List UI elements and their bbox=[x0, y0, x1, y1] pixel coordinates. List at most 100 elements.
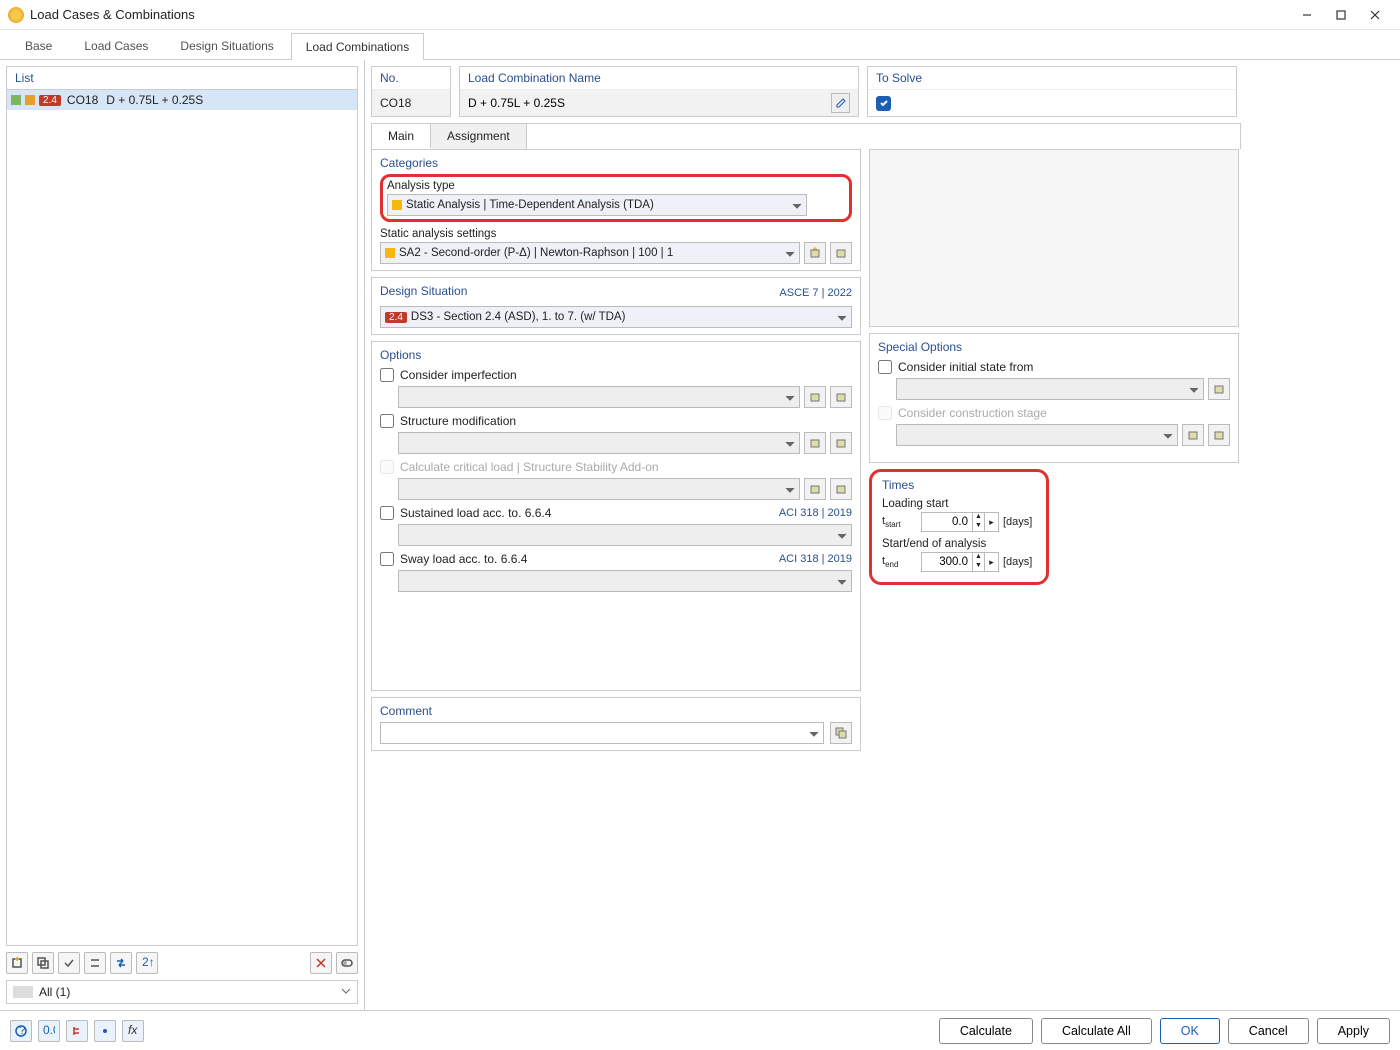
tab-load-cases[interactable]: Load Cases bbox=[69, 32, 163, 59]
construction-stage-label: Consider construction stage bbox=[898, 406, 1047, 420]
name-label: Load Combination Name bbox=[460, 67, 858, 90]
structure-mod-combo[interactable] bbox=[398, 432, 800, 454]
library-button[interactable] bbox=[830, 478, 852, 500]
tab-base[interactable]: Base bbox=[10, 32, 67, 59]
status-square-icon bbox=[11, 95, 21, 105]
tab-load-combinations[interactable]: Load Combinations bbox=[291, 33, 424, 60]
spin-up-button[interactable]: ▲ bbox=[972, 513, 984, 522]
consider-imperfection-checkbox[interactable] bbox=[380, 368, 394, 382]
dialog-footer: ? 0.00 fx Calculate Calculate All OK Can… bbox=[0, 1010, 1400, 1050]
help-button[interactable]: ? bbox=[10, 1020, 32, 1042]
calc-critical-label: Calculate critical load | Structure Stab… bbox=[400, 460, 659, 474]
new-button[interactable] bbox=[804, 478, 826, 500]
library-button[interactable] bbox=[1208, 424, 1230, 446]
tend-input[interactable]: ▲▼ ▸ bbox=[921, 552, 999, 572]
swap-button[interactable] bbox=[110, 952, 132, 974]
goto-button[interactable]: ▸ bbox=[984, 553, 998, 571]
no-value: CO18 bbox=[380, 96, 411, 110]
sustained-checkbox[interactable] bbox=[380, 506, 394, 520]
calculate-button[interactable]: Calculate bbox=[939, 1018, 1033, 1044]
tstart-value[interactable] bbox=[922, 516, 972, 528]
initial-state-combo[interactable] bbox=[896, 378, 1204, 400]
minimize-button[interactable] bbox=[1290, 3, 1324, 27]
chevron-down-icon bbox=[1163, 430, 1173, 444]
analysis-type-highlight: Analysis type Static Analysis | Time-Dep… bbox=[380, 174, 852, 222]
sustained-combo[interactable] bbox=[398, 524, 852, 546]
sway-combo[interactable] bbox=[398, 570, 852, 592]
list-toolbar: 2↑ bbox=[6, 952, 358, 974]
toolbar-button[interactable] bbox=[84, 952, 106, 974]
ok-button[interactable]: OK bbox=[1160, 1018, 1220, 1044]
sustained-row: Sustained load acc. to. 6.6.4 ACI 318 | … bbox=[380, 506, 852, 520]
toolbar-button[interactable] bbox=[58, 952, 80, 974]
sway-checkbox[interactable] bbox=[380, 552, 394, 566]
chevron-down-icon bbox=[785, 484, 795, 498]
sustained-label: Sustained load acc. to. 6.6.4 bbox=[400, 506, 551, 520]
delete-button[interactable] bbox=[310, 952, 332, 974]
library-button[interactable] bbox=[830, 432, 852, 454]
svg-text:fx: fx bbox=[128, 1025, 138, 1037]
copy-comment-button[interactable] bbox=[830, 722, 852, 744]
structure-modification-checkbox[interactable] bbox=[380, 414, 394, 428]
copy-item-button[interactable] bbox=[32, 952, 54, 974]
svg-text:0.00: 0.00 bbox=[43, 1025, 55, 1037]
initial-state-checkbox[interactable] bbox=[878, 360, 892, 374]
dot-button[interactable] bbox=[94, 1020, 116, 1042]
no-field: No. CO18 bbox=[371, 66, 451, 117]
new-button[interactable] bbox=[804, 432, 826, 454]
tend-symbol: tend bbox=[882, 555, 917, 569]
design-situation-value: DS3 - Section 2.4 (ASD), 1. to 7. (w/ TD… bbox=[411, 311, 847, 323]
new-item-button[interactable] bbox=[6, 952, 28, 974]
maximize-button[interactable] bbox=[1324, 3, 1358, 27]
list-filter[interactable]: All (1) bbox=[6, 980, 358, 1004]
analysis-type-combo[interactable]: Static Analysis | Time-Dependent Analysi… bbox=[387, 194, 807, 216]
library-button[interactable] bbox=[830, 242, 852, 264]
comment-input[interactable] bbox=[380, 722, 824, 744]
toggle-button[interactable] bbox=[336, 952, 358, 974]
close-button[interactable] bbox=[1358, 3, 1392, 27]
library-button[interactable] bbox=[1208, 378, 1230, 400]
categories-title: Categories bbox=[380, 156, 852, 170]
static-settings-value: SA2 - Second-order (P-Δ) | Newton-Raphso… bbox=[399, 247, 795, 259]
units-button[interactable]: 0.00 bbox=[38, 1020, 60, 1042]
list-item-name: D + 0.75L + 0.25S bbox=[106, 93, 203, 107]
design-situation-combo[interactable]: 2.4 DS3 - Section 2.4 (ASD), 1. to 7. (w… bbox=[380, 306, 852, 328]
fx-button[interactable]: fx bbox=[122, 1020, 144, 1042]
new-settings-button[interactable] bbox=[804, 242, 826, 264]
chevron-down-icon bbox=[1189, 384, 1199, 398]
sort-button[interactable]: 2↑ bbox=[136, 952, 158, 974]
apply-button[interactable]: Apply bbox=[1317, 1018, 1390, 1044]
subtab-main[interactable]: Main bbox=[372, 124, 431, 149]
imperfection-combo[interactable] bbox=[398, 386, 800, 408]
calc-critical-row: Calculate critical load | Structure Stab… bbox=[380, 460, 852, 474]
tab-design-situations[interactable]: Design Situations bbox=[165, 32, 288, 59]
spin-down-button[interactable]: ▼ bbox=[972, 562, 984, 571]
library-button[interactable] bbox=[830, 386, 852, 408]
spin-down-button[interactable]: ▼ bbox=[972, 522, 984, 531]
spin-up-button[interactable]: ▲ bbox=[972, 553, 984, 562]
design-situation-title: Design Situation bbox=[380, 284, 467, 298]
analysis-type-value: Static Analysis | Time-Dependent Analysi… bbox=[406, 199, 802, 211]
sustained-code: ACI 318 | 2019 bbox=[779, 507, 852, 519]
new-button[interactable] bbox=[804, 386, 826, 408]
consider-imperfection-row: Consider imperfection bbox=[380, 368, 852, 382]
new-button[interactable] bbox=[1182, 424, 1204, 446]
chevron-down-icon bbox=[809, 728, 819, 742]
filter-color-icon bbox=[13, 986, 33, 998]
calculate-all-button[interactable]: Calculate All bbox=[1041, 1018, 1152, 1044]
name-input[interactable] bbox=[468, 96, 827, 110]
tstart-input[interactable]: ▲▼ ▸ bbox=[921, 512, 999, 532]
chevron-down-icon bbox=[837, 530, 847, 544]
filter-text: All (1) bbox=[39, 985, 335, 999]
goto-button[interactable]: ▸ bbox=[984, 513, 998, 531]
sway-row: Sway load acc. to. 6.6.4 ACI 318 | 2019 bbox=[380, 552, 852, 566]
tree-button[interactable] bbox=[66, 1020, 88, 1042]
cancel-button[interactable]: Cancel bbox=[1228, 1018, 1309, 1044]
subtab-assignment[interactable]: Assignment bbox=[431, 124, 527, 149]
edit-name-button[interactable] bbox=[831, 93, 850, 113]
list-box[interactable]: 2.4 CO18 D + 0.75L + 0.25S bbox=[6, 89, 358, 946]
to-solve-checkbox[interactable] bbox=[876, 96, 891, 111]
tend-value[interactable] bbox=[922, 556, 972, 568]
list-item[interactable]: 2.4 CO18 D + 0.75L + 0.25S bbox=[7, 90, 357, 110]
static-settings-combo[interactable]: SA2 - Second-order (P-Δ) | Newton-Raphso… bbox=[380, 242, 800, 264]
